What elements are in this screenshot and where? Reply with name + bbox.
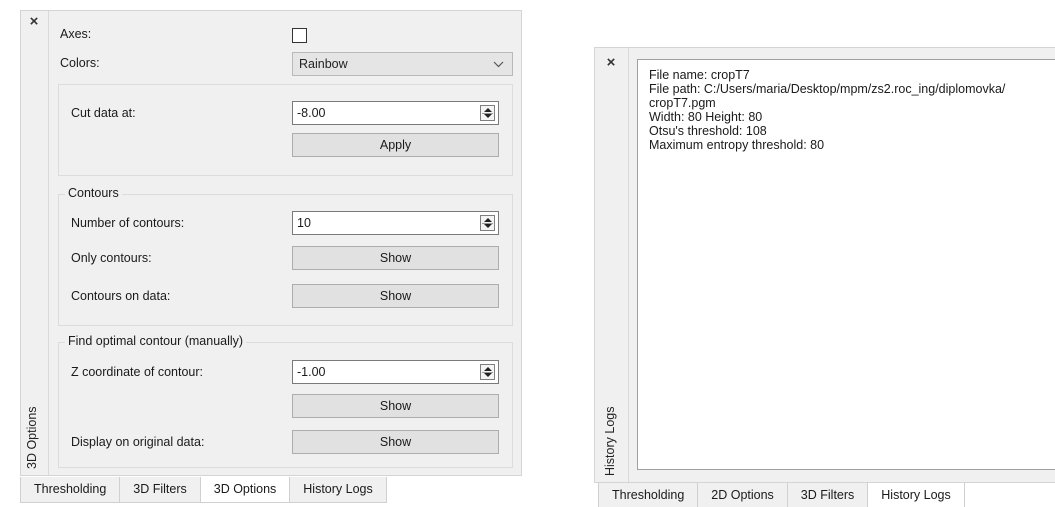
close-icon[interactable]: × xyxy=(25,13,43,31)
contours-number-spinbox[interactable]: 10 xyxy=(292,211,499,235)
only-contours-label: Only contours: xyxy=(71,251,152,265)
colors-selected-value: Rainbow xyxy=(299,57,348,71)
z-coordinate-label: Z coordinate of contour: xyxy=(71,365,204,379)
history-tab-bar: Thresholding 2D Options 3D Filters Histo… xyxy=(598,483,965,507)
dock-title: 3D Options xyxy=(25,406,39,469)
contours-group: Contours Number of contours: 10 Only con… xyxy=(58,186,513,326)
log-line: Otsu's threshold: 108 xyxy=(649,124,767,138)
log-line: Maximum entropy threshold: 80 xyxy=(649,138,825,152)
options-dock: × 3D Options Axes: Colors: Rainbow Cut d… xyxy=(20,10,522,476)
contours-number-label: Number of contours: xyxy=(71,216,185,230)
display-original-label: Display on original data: xyxy=(71,435,205,449)
cut-data-group: Cut data at: -8.00 Apply xyxy=(58,84,513,176)
log-line: File name: cropT7 xyxy=(649,68,750,82)
dock-title-bar: × 3D Options xyxy=(21,11,49,475)
tab-history-logs[interactable]: History Logs xyxy=(867,483,965,507)
axes-label: Axes: xyxy=(60,27,92,41)
spin-arrows-icon[interactable] xyxy=(480,215,495,231)
z-coordinate-spinbox[interactable]: -1.00 xyxy=(292,360,499,384)
contours-group-title: Contours xyxy=(65,186,122,200)
contours-on-data-show-button[interactable]: Show xyxy=(292,284,499,308)
colors-label: Colors: xyxy=(60,56,100,70)
contours-number-value: 10 xyxy=(297,216,311,230)
log-line: File path: C:/Users/maria/Desktop/mpm/zs… xyxy=(649,82,1006,96)
optimal-show-button[interactable]: Show xyxy=(292,394,499,418)
axes-checkbox[interactable] xyxy=(292,28,307,43)
options-tab-bar: Thresholding 3D Filters 3D Options Histo… xyxy=(20,477,387,503)
tab-thresholding[interactable]: Thresholding xyxy=(598,483,699,507)
tab-thresholding[interactable]: Thresholding xyxy=(20,477,121,503)
apply-button[interactable]: Apply xyxy=(292,133,499,157)
colors-select[interactable]: Rainbow xyxy=(292,52,513,76)
spin-arrows-icon[interactable] xyxy=(480,364,495,380)
cut-data-value: -8.00 xyxy=(297,106,326,120)
cut-data-spinbox[interactable]: -8.00 xyxy=(292,101,499,125)
tab-3d-options[interactable]: 3D Options xyxy=(199,477,291,503)
log-line: Width: 80 Height: 80 xyxy=(649,110,763,124)
optimal-contour-group: Find optimal contour (manually) Z coordi… xyxy=(58,334,513,468)
contours-on-data-label: Contours on data: xyxy=(71,289,171,303)
cut-data-label: Cut data at: xyxy=(71,106,136,120)
tab-3d-filters[interactable]: 3D Filters xyxy=(119,477,201,503)
options-content: Axes: Colors: Rainbow Cut data at: -8.00… xyxy=(50,11,521,475)
optimal-contour-group-title: Find optimal contour (manually) xyxy=(65,334,247,348)
close-icon[interactable]: × xyxy=(602,54,620,72)
tab-history-logs[interactable]: History Logs xyxy=(289,477,387,503)
history-log-textarea[interactable]: File name: cropT7 File path: C:/Users/ma… xyxy=(637,59,1055,470)
chevron-down-icon xyxy=(493,53,504,83)
log-line: cropT7.pgm xyxy=(649,96,716,110)
z-coordinate-value: -1.00 xyxy=(297,365,326,379)
only-contours-show-button[interactable]: Show xyxy=(292,246,499,270)
tab-2d-options[interactable]: 2D Options xyxy=(697,483,788,507)
tab-3d-filters[interactable]: 3D Filters xyxy=(786,483,869,507)
history-dock-title: History Logs xyxy=(603,406,617,476)
display-original-show-button[interactable]: Show xyxy=(292,430,499,454)
history-dock-title-bar: × History Logs xyxy=(595,48,629,482)
spin-arrows-icon[interactable] xyxy=(480,105,495,121)
